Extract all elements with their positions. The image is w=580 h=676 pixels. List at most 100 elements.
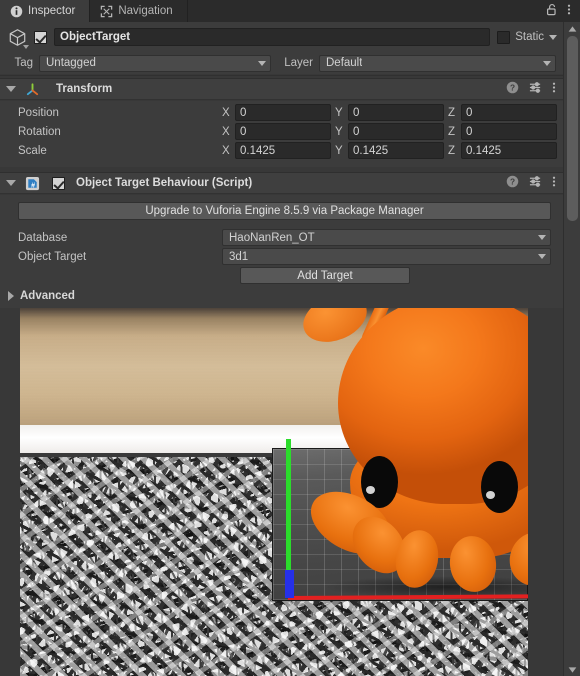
- scale-z-value: 0.1425: [466, 144, 502, 157]
- script-title: Object Target Behaviour (Script): [76, 177, 253, 189]
- transform-row-scale: Scale X 0.1425 Y 0.1425 Z 0.1425: [0, 142, 563, 159]
- kebab-menu-icon[interactable]: [552, 175, 556, 191]
- rotation-x-value: 0: [240, 125, 247, 138]
- rotation-x-input[interactable]: 0: [235, 123, 331, 140]
- gameobject-name-value: ObjectTarget: [60, 31, 131, 43]
- navigation-icon: [100, 5, 113, 18]
- upgrade-vuforia-button[interactable]: Upgrade to Vuforia Engine 8.5.9 via Pack…: [18, 202, 551, 220]
- layer-label: Layer: [284, 57, 313, 69]
- scale-y-axis-label: Y: [335, 144, 343, 157]
- scale-z-input[interactable]: 0.1425: [461, 142, 557, 159]
- tag-label: Tag: [14, 57, 33, 69]
- preview-axis-z-blue: [285, 570, 294, 598]
- add-target-button[interactable]: Add Target: [240, 267, 410, 284]
- add-target-row: Add Target: [0, 267, 551, 284]
- tab-navigation-label: Navigation: [118, 5, 173, 17]
- static-control: Static: [497, 30, 557, 44]
- transform-foldout-icon[interactable]: [6, 86, 16, 92]
- scrollbar-thumb[interactable]: [567, 36, 578, 221]
- position-z-axis-label: Z: [448, 106, 456, 119]
- tab-bar: Inspector Navigation: [0, 0, 580, 22]
- add-target-label: Add Target: [297, 269, 353, 282]
- position-z-input[interactable]: 0: [461, 104, 557, 121]
- rotation-label: Rotation: [18, 125, 61, 138]
- static-checkbox[interactable]: [497, 30, 511, 44]
- scroll-down-arrow-icon[interactable]: [564, 663, 580, 676]
- position-x-value: 0: [240, 106, 247, 119]
- tag-layer-row: Tag Untagged Layer Default: [0, 52, 563, 74]
- object-target-row: Object Target 3d1: [0, 248, 551, 265]
- position-y-axis-label: Y: [335, 106, 343, 119]
- tab-bar-spacer: [187, 0, 545, 22]
- cube-dropdown-caret-icon[interactable]: [23, 44, 29, 49]
- transform-header-actions: ?: [506, 81, 556, 97]
- position-x-axis-label: X: [222, 106, 230, 119]
- layer-value: Default: [326, 57, 363, 69]
- preview-toy-eye-right: [481, 461, 518, 513]
- upgrade-vuforia-label: Upgrade to Vuforia Engine 8.5.9 via Pack…: [145, 205, 424, 217]
- object-target-behaviour-body: Upgrade to Vuforia Engine 8.5.9 via Pack…: [0, 195, 563, 308]
- rotation-x-axis-label: X: [222, 125, 230, 138]
- scale-y-value: 0.1425: [353, 144, 389, 157]
- database-label: Database: [18, 231, 68, 244]
- cube-icon[interactable]: [8, 28, 29, 49]
- svg-text:?: ?: [510, 83, 515, 93]
- layer-dropdown[interactable]: Default: [319, 54, 556, 72]
- rotation-z-axis-label: Z: [448, 125, 456, 138]
- script-foldout-icon[interactable]: [6, 180, 16, 186]
- preset-icon[interactable]: [529, 81, 542, 97]
- transform-gizmo-icon: [25, 82, 40, 97]
- unity-inspector-window: Inspector Navigation ObjectTarget Static…: [0, 0, 580, 676]
- script-header-actions: ?: [506, 175, 556, 191]
- kebab-menu-icon[interactable]: [552, 81, 556, 97]
- script-enabled-checkbox[interactable]: [52, 176, 65, 190]
- scale-y-input[interactable]: 0.1425: [348, 142, 444, 159]
- object-target-dropdown[interactable]: 3d1: [222, 248, 551, 265]
- kebab-menu-icon[interactable]: [567, 3, 571, 19]
- database-dropdown[interactable]: HaoNanRen_OT: [222, 229, 551, 246]
- rotation-y-value: 0: [353, 125, 360, 138]
- tab-navigation[interactable]: Navigation: [90, 0, 188, 22]
- scale-x-input[interactable]: 0.1425: [235, 142, 331, 159]
- advanced-foldout-icon[interactable]: [8, 291, 14, 301]
- database-chevron-down-icon: [538, 235, 546, 240]
- object-target-behaviour-header[interactable]: # Object Target Behaviour (Script) ?: [0, 172, 563, 194]
- object-target-label: Object Target: [18, 250, 87, 263]
- database-value: HaoNanRen_OT: [229, 231, 315, 244]
- scale-x-axis-label: X: [222, 144, 230, 157]
- static-dropdown-icon[interactable]: [549, 34, 557, 40]
- rotation-y-axis-label: Y: [335, 125, 343, 138]
- transform-row-rotation: Rotation X 0 Y 0 Z 0: [0, 123, 563, 140]
- gameobject-name-input[interactable]: ObjectTarget: [54, 28, 491, 46]
- database-row: Database HaoNanRen_OT: [0, 229, 551, 246]
- scale-z-axis-label: Z: [448, 144, 456, 157]
- help-icon[interactable]: ?: [506, 81, 519, 97]
- lock-open-icon[interactable]: [545, 3, 558, 19]
- advanced-foldout[interactable]: Advanced: [0, 290, 563, 302]
- object-target-value: 3d1: [229, 250, 249, 263]
- rotation-z-input[interactable]: 0: [461, 123, 557, 140]
- gameobject-enabled-checkbox[interactable]: [34, 30, 47, 44]
- transform-component-header[interactable]: Transform ?: [0, 78, 563, 100]
- svg-text:#: #: [31, 182, 35, 189]
- layer-chevron-down-icon: [543, 60, 551, 66]
- tag-chevron-down-icon: [258, 60, 266, 66]
- info-icon: [10, 5, 23, 18]
- tab-inspector-label: Inspector: [28, 5, 76, 17]
- inspector-scrollbar[interactable]: [563, 22, 580, 676]
- scale-label: Scale: [18, 144, 47, 157]
- position-x-input[interactable]: 0: [235, 104, 331, 121]
- preset-icon[interactable]: [529, 175, 542, 191]
- tab-bar-actions: [545, 0, 580, 22]
- rotation-y-input[interactable]: 0: [348, 123, 444, 140]
- transform-row-position: Position X 0 Y 0 Z 0: [0, 104, 563, 121]
- tab-inspector[interactable]: Inspector: [0, 0, 91, 22]
- rotation-z-value: 0: [466, 125, 473, 138]
- divider: [0, 75, 563, 76]
- scroll-up-arrow-icon[interactable]: [564, 22, 580, 35]
- help-icon[interactable]: ?: [506, 175, 519, 191]
- transform-title: Transform: [56, 83, 113, 95]
- svg-text:?: ?: [510, 177, 515, 187]
- position-y-input[interactable]: 0: [348, 104, 444, 121]
- tag-dropdown[interactable]: Untagged: [39, 54, 271, 72]
